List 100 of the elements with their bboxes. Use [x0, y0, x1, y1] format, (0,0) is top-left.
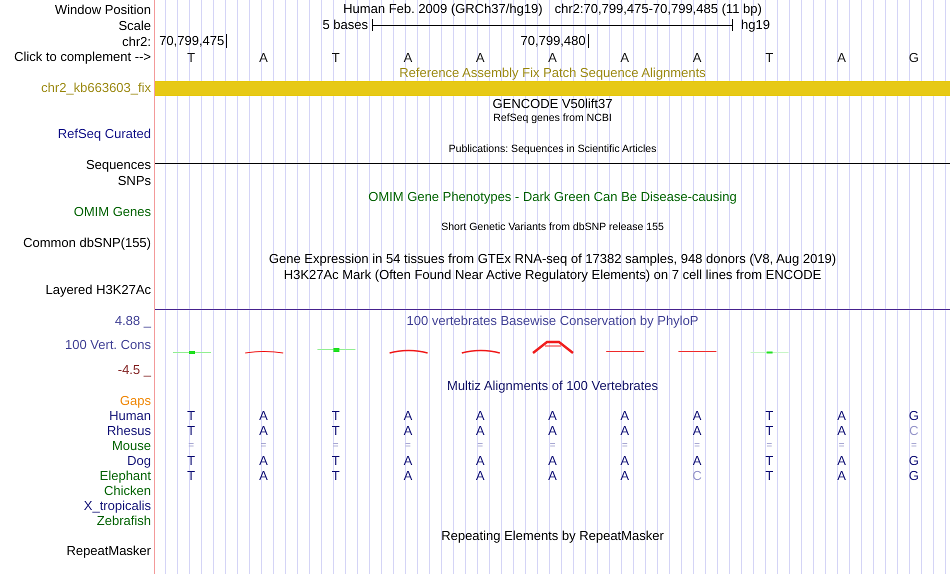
aligned-base: =	[765, 439, 774, 453]
track-title: Multiz Alignments of 100 Vertebrates	[446, 378, 658, 394]
aligned-base: G	[908, 453, 920, 468]
base-letter[interactable]: A	[444, 50, 516, 64]
aligned-base: T	[186, 468, 196, 483]
track-title: 100 vertebrates Basewise Conservation by PhyloP	[406, 313, 698, 329]
aligned-base: A	[692, 423, 702, 438]
aligned-base: A	[402, 423, 414, 438]
scale-assembly: hg19	[741, 17, 770, 33]
aligned-base: A	[547, 468, 558, 483]
base-letter[interactable]: A	[588, 50, 661, 64]
track-title: H3K27Ac Mark (Often Found Near Active Regulatory Elements) on 7 cell lines from ENCODE	[284, 267, 822, 283]
track-label[interactable]: Window Position	[54, 2, 154, 16]
aligned-base: T	[186, 408, 196, 423]
position-range: chr2:70,799,475-70,799,485 (11 bp)	[554, 1, 762, 17]
aligned-base: A	[402, 468, 414, 483]
aligned-base: A	[547, 408, 558, 423]
aligned-base: =	[187, 439, 196, 453]
track-title: OMIM Gene Phenotypes - Dark Green Can Be Disease-causing	[368, 189, 737, 205]
base-letter[interactable]: A	[227, 50, 300, 64]
scale-label: 5 bases	[322, 17, 368, 33]
aligned-base: C	[908, 423, 920, 438]
aligned-base: T	[764, 453, 774, 468]
aligned-base: A	[402, 408, 414, 423]
aligned-base: A	[692, 453, 702, 468]
track-label[interactable]: Common dbSNP(155)	[23, 234, 154, 250]
aligned-base: A	[619, 468, 630, 483]
aligned-base: =	[693, 439, 701, 453]
track-title: Gene Expression in 54 tissues from GTEx RNA-seq of 17382 samples, 948 donors (V8, Aug 2019)	[268, 251, 836, 267]
track-label[interactable]: X_tropicalis	[84, 498, 154, 512]
aligned-base: A	[836, 453, 847, 468]
track-title: GENCODE V50lift37	[492, 96, 612, 112]
track-label[interactable]: Human	[109, 408, 154, 422]
aligned-base: A	[547, 423, 558, 438]
track-title: Short Genetic Variants from dbSNP release 155	[441, 221, 664, 234]
aligned-base: =	[404, 439, 412, 453]
aligned-base: G	[908, 408, 920, 423]
aligned-base: C	[691, 468, 703, 483]
track-label[interactable]: Scale	[118, 18, 154, 32]
base-letter[interactable]: A	[660, 50, 734, 64]
aligned-base: A	[258, 453, 269, 468]
track-label[interactable]: -4.5 _	[118, 362, 154, 376]
track-label[interactable]: Zebrafish	[96, 512, 154, 528]
aligned-base: T	[186, 453, 196, 468]
aligned-base: A	[258, 468, 269, 483]
track-label[interactable]: Elephant	[100, 468, 154, 482]
aligned-base: T	[764, 408, 774, 423]
aligned-base: T	[330, 408, 341, 423]
base-letter[interactable]: G	[878, 50, 950, 64]
aligned-base: =	[476, 439, 484, 453]
track-label[interactable]: Chicken	[104, 482, 154, 498]
track-label[interactable]: 100 Vert. Cons	[65, 336, 154, 352]
aligned-base: T	[764, 468, 774, 483]
aligned-base: =	[620, 439, 629, 453]
aligned-base: A	[258, 408, 269, 423]
aligned-base: =	[910, 439, 918, 453]
track-title: Reference Assembly Fix Patch Sequence Alignments	[399, 65, 706, 81]
aligned-base: T	[330, 468, 341, 483]
aligned-base: =	[838, 439, 846, 453]
alignment-bar[interactable]	[155, 81, 950, 96]
aligned-base: G	[908, 468, 920, 483]
aligned-base: =	[259, 439, 268, 453]
track-title: RefSeq genes from NCBI	[493, 112, 612, 125]
coordinate-label: 70,799,480	[520, 34, 589, 48]
track-title: Repeating Elements by RepeatMasker	[441, 528, 664, 544]
track-label[interactable]: Dog	[127, 452, 154, 468]
track-label[interactable]: SNPs	[118, 172, 154, 188]
track-label[interactable]: RepeatMasker	[66, 542, 154, 558]
track-label[interactable]: RefSeq Curated	[58, 126, 154, 140]
aligned-base: A	[474, 468, 486, 483]
assembly-name: Human Feb. 2009 (GRCh37/hg19)	[343, 1, 543, 17]
aligned-base: T	[330, 423, 341, 438]
aligned-base: =	[548, 439, 556, 453]
aligned-base: T	[764, 423, 774, 438]
base-letter[interactable]: T	[733, 50, 806, 64]
aligned-base: A	[474, 408, 486, 423]
aligned-base: A	[258, 423, 269, 438]
aligned-base: A	[836, 468, 847, 483]
track-label[interactable]: Layered H3K27Ac	[45, 282, 154, 296]
track-label[interactable]: Rhesus	[106, 422, 154, 438]
base-letter[interactable]: T	[300, 50, 372, 64]
base-letter[interactable]: A	[516, 50, 589, 64]
track-label[interactable]: Mouse	[112, 438, 154, 452]
aligned-base: =	[332, 439, 340, 453]
track-label[interactable]: 4.88 _	[114, 312, 154, 328]
aligned-base: T	[186, 423, 196, 438]
coordinate-label: 70,799,475	[159, 34, 228, 48]
base-letter[interactable]: A	[372, 50, 444, 64]
track-label[interactable]: chr2:	[122, 34, 154, 48]
track-label[interactable]: Sequences	[86, 156, 154, 172]
track-title: Publications: Sequences in Scientific Articles	[448, 143, 656, 156]
track-label[interactable]: Click to complement -->	[14, 48, 154, 64]
aligned-base: A	[402, 453, 414, 468]
track-label[interactable]: OMIM Genes	[74, 204, 154, 218]
base-letter[interactable]: A	[805, 50, 878, 64]
aligned-base: A	[474, 453, 486, 468]
aligned-base: A	[619, 453, 630, 468]
aligned-base: A	[474, 423, 486, 438]
aligned-base: T	[330, 453, 341, 468]
base-letter[interactable]: T	[155, 50, 228, 64]
